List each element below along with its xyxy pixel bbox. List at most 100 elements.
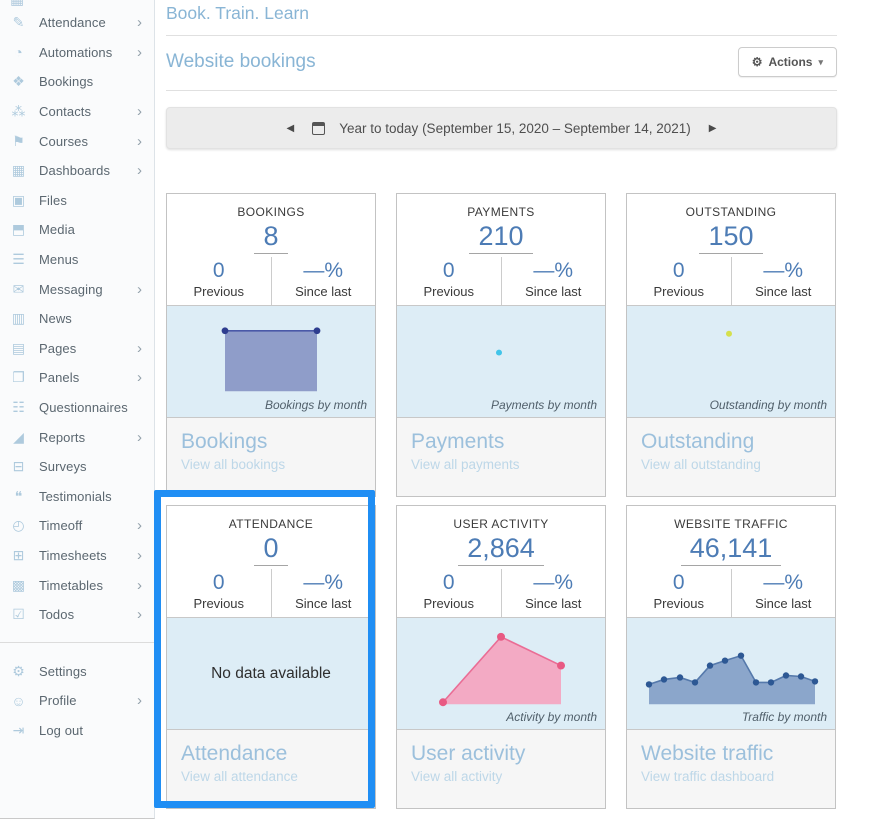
sidebar-item-messaging[interactable]: ✉ Messaging › [0, 274, 154, 304]
sidebar-item-icon: ☰ [10, 251, 27, 268]
sidebar-item-icon: ▣ [10, 192, 27, 209]
sidebar-item-label: Questionnaires [39, 400, 142, 415]
sidebar-item-label: Profile [39, 693, 137, 708]
card-footer-title-link[interactable]: Attendance [181, 742, 361, 766]
chart-caption: Traffic by month [742, 710, 827, 724]
sidebar-item-surveys[interactable]: ⊟ Surveys [0, 452, 154, 482]
card-view-all-link[interactable]: View all activity [411, 769, 591, 784]
card-value: 150 [699, 220, 762, 254]
card-view-all-link[interactable]: View all outstanding [641, 457, 821, 472]
mini-chart-area: Bookings by month [167, 306, 375, 418]
sidebar-item-icon: ☺ [10, 693, 27, 709]
sidebar-item-dashboards[interactable]: ▦ Dashboards › [0, 156, 154, 186]
sidebar-item-label: Menus [39, 252, 142, 267]
card-value: 210 [469, 220, 532, 254]
sidebar-item-menus[interactable]: ☰ Menus [0, 245, 154, 275]
sidebar-item-timetables[interactable]: ▩ Timetables › [0, 570, 154, 600]
no-data-text: No data available [167, 618, 375, 729]
sidebar-nav: ✎ Attendance › ◔ Automations › ❖ Booking… [0, 0, 154, 745]
card-header: USER ACTIVITY 2,864 0 Previous —% Since … [397, 506, 605, 618]
card-view-all-link[interactable]: View all payments [411, 457, 591, 472]
card-view-all-link[interactable]: View all bookings [181, 457, 361, 472]
chevron-right-icon: › [137, 430, 142, 445]
card-footer-title-link[interactable]: Outstanding [641, 430, 821, 454]
sidebar-item-panels[interactable]: ❐ Panels › [0, 363, 154, 393]
sidebar-item-pages[interactable]: ▤ Pages › [0, 334, 154, 364]
sidebar-item-attendance[interactable]: ✎ Attendance › [0, 8, 154, 38]
previous-period-arrow[interactable]: ◀ [283, 119, 299, 138]
chart-caption: Payments by month [491, 398, 597, 412]
card-footer-title-link[interactable]: Bookings [181, 430, 361, 454]
chevron-right-icon: › [137, 548, 142, 563]
sidebar-item-media[interactable]: ⬒ Media [0, 215, 154, 245]
section-title: Website bookings [166, 51, 316, 73]
sidebar-item-logout[interactable]: ⇥ Log out [0, 716, 154, 746]
previous-label: Previous [627, 596, 731, 611]
sidebar-item-contacts[interactable]: ⁂ Contacts › [0, 97, 154, 127]
sidebar-item-icon: ⚑ [10, 133, 27, 150]
card-footer: User activity View all activity [397, 730, 605, 808]
next-period-arrow[interactable]: ▶ [705, 119, 721, 138]
previous-value: 0 [627, 259, 731, 283]
sidebar-item-questionnaires[interactable]: ☷ Questionnaires [0, 393, 154, 423]
sidebar-item-timeoff[interactable]: ◴ Timeoff › [0, 511, 154, 541]
chevron-right-icon: › [137, 104, 142, 119]
sidebar-item-timesheets[interactable]: ⊞ Timesheets › [0, 541, 154, 571]
sidebar-item-icon: ◴ [10, 517, 27, 534]
sidebar-item-courses[interactable]: ⚑ Courses › [0, 126, 154, 156]
sidebar: ▦ ✎ Attendance › ◔ Automations › ❖ Booki… [0, 0, 155, 819]
chevron-right-icon: › [137, 45, 142, 60]
sidebar-item-label: Timeoff [39, 518, 137, 533]
card-view-all-link[interactable]: View all attendance [181, 769, 361, 784]
sidebar-item-icon: ⚙ [10, 663, 27, 680]
sidebar-item-testimonials[interactable]: ❝ Testimonials [0, 482, 154, 512]
sidebar-item-reports[interactable]: ◢ Reports › [0, 422, 154, 452]
sidebar-item-label: Surveys [39, 459, 142, 474]
card-comparison: 0 Previous —% Since last [167, 569, 375, 617]
sidebar-item-icon: ⁂ [10, 103, 27, 120]
sidebar-item-todos[interactable]: ☑ Todos › [0, 600, 154, 630]
chevron-right-icon: › [137, 134, 142, 149]
chevron-right-icon: › [137, 341, 142, 356]
change-label: Since last [732, 284, 836, 299]
card-comparison: 0 Previous —% Since last [627, 257, 835, 305]
sidebar-item-label: Contacts [39, 104, 137, 119]
card-outstanding: OUTSTANDING 150 0 Previous —% Since last… [626, 193, 836, 497]
sidebar-item-label: Automations [39, 45, 137, 60]
sidebar-item-label: Bookings [39, 74, 142, 89]
sidebar-item-files[interactable]: ▣ Files [0, 186, 154, 216]
sidebar-item-news[interactable]: ▥ News [0, 304, 154, 334]
card-footer-title-link[interactable]: User activity [411, 742, 591, 766]
sidebar-item-label: Pages [39, 341, 137, 356]
card-header: BOOKINGS 8 0 Previous —% Since last [167, 194, 375, 306]
previous-label: Previous [397, 284, 501, 299]
calendar-icon [312, 122, 325, 135]
sidebar-item-icon: ❝ [10, 488, 27, 505]
sidebar-item-settings[interactable]: ⚙ Settings [0, 656, 154, 686]
card-title: USER ACTIVITY [397, 517, 605, 531]
sidebar-item-automations[interactable]: ◔ Automations › [0, 38, 154, 68]
sidebar-divider [0, 642, 154, 643]
card-footer-title-link[interactable]: Payments [411, 430, 591, 454]
sidebar-item-label: Log out [39, 723, 142, 738]
change-value: —% [732, 571, 836, 595]
previous-value: 0 [397, 571, 501, 595]
card-view-all-link[interactable]: View traffic dashboard [641, 769, 821, 784]
card-comparison: 0 Previous —% Since last [397, 569, 605, 617]
sidebar-item-label: Dashboards [39, 163, 137, 178]
chart-caption: Bookings by month [265, 398, 367, 412]
sidebar-item-icon: ▦ [10, 162, 27, 179]
sidebar-item-bookings[interactable]: ❖ Bookings [0, 67, 154, 97]
change-value: —% [272, 571, 376, 595]
previous-value: 0 [627, 571, 731, 595]
sidebar-item-profile[interactable]: ☺ Profile › [0, 686, 154, 716]
sidebar-item-label: Settings [39, 664, 142, 679]
card-value: 2,864 [458, 532, 544, 566]
sidebar-item-label: Todos [39, 607, 137, 622]
card-title: OUTSTANDING [627, 205, 835, 219]
chevron-right-icon: › [137, 578, 142, 593]
sidebar-item-label: Media [39, 222, 142, 237]
sidebar-item-label: Messaging [39, 282, 137, 297]
card-footer-title-link[interactable]: Website traffic [641, 742, 821, 766]
actions-button[interactable]: ⚙ Actions ▾ [738, 47, 837, 77]
